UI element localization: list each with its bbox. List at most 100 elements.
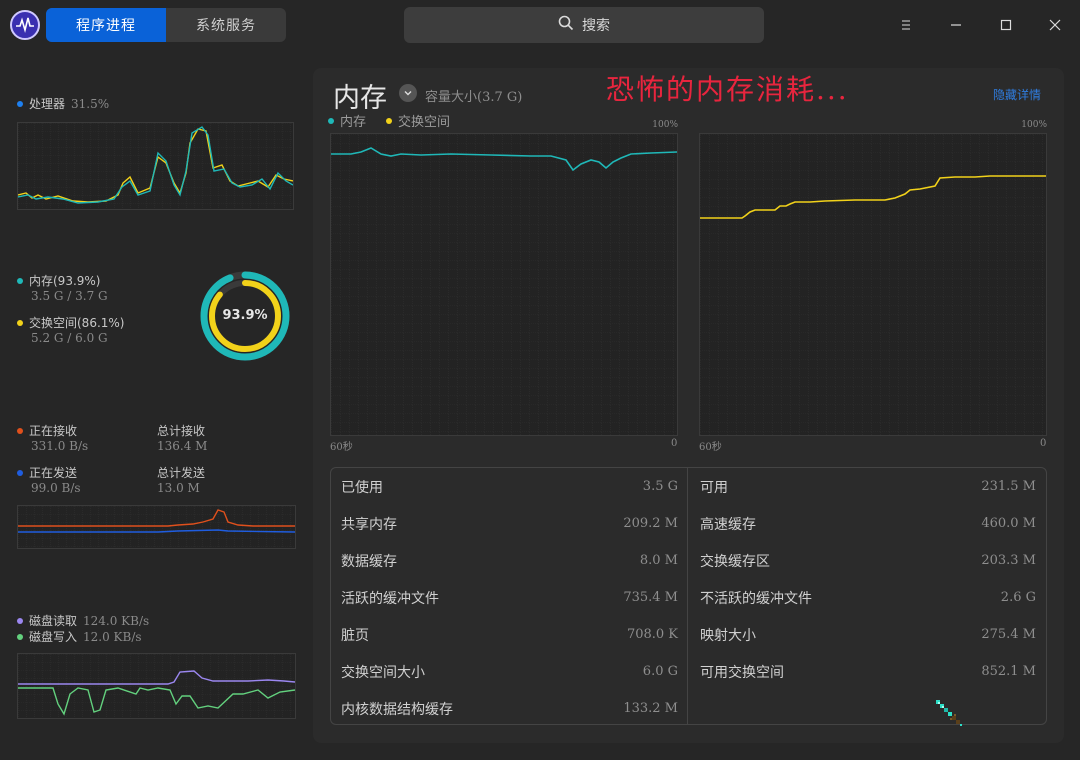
detail-value: 203.3 M [981,553,1036,568]
minimize-button[interactable] [942,11,970,39]
table-divider [687,468,688,724]
detail-label: 活跃的缓冲文件 [341,591,439,607]
legend-swap-label: 交换空间 [398,115,451,130]
detail-label: 不活跃的缓冲文件 [700,591,812,607]
detail-value: 275.4 M [981,627,1036,642]
detail-label: 数据缓存 [341,554,397,570]
cpu-chart[interactable] [17,122,294,210]
annotation-text: 恐怖的内存消耗... [606,73,849,106]
maximize-button[interactable] [992,11,1020,39]
sword-cursor-icon [934,698,966,730]
hide-details-link[interactable]: 隐藏详情 [993,86,1041,103]
detail-label: 可用 [700,480,728,496]
swap-label: 交换空间(86.1%) [29,316,125,330]
cpu-label: 处理器 [29,97,66,111]
memory-ring-value: 93.9% [222,308,268,323]
memory-detail: 3.5 G / 3.7 G [31,289,108,303]
close-icon [1049,19,1061,31]
disk-write-dot [17,633,23,640]
net-total-send-value: 13.0 M [157,481,200,495]
search-placeholder: 搜索 [582,18,610,34]
net-total-recv-value: 136.4 M [157,439,208,453]
memory-legend-dot [17,277,23,284]
tab-processes[interactable]: 程序进程 [46,8,166,42]
detail-label: 共享内存 [341,517,397,533]
detail-label: 内核数据结构缓存 [341,702,453,718]
close-button[interactable] [1041,11,1069,39]
net-recv-label: 正在接收 [29,424,78,438]
disk-read: 磁盘读取 124.0 KB/s [17,612,149,629]
detail-label: 映射大小 [700,628,756,644]
detail-label: 高速缓存 [700,517,756,533]
expand-button[interactable] [399,84,417,102]
legend-mem-dot [328,117,334,124]
search-input[interactable]: 搜索 [404,7,764,43]
memory-label: 内存(93.9%) [29,274,101,288]
view-tabs: 程序进程 系统服务 [46,8,286,42]
minimize-icon [951,24,961,26]
detail-label: 交换空间大小 [341,665,425,681]
mem-chart-top-label: 100% [652,120,678,130]
detail-value: 6.0 G [642,664,678,679]
net-send-label: 正在发送 [29,466,78,480]
detail-value: 231.5 M [981,479,1036,494]
detail-value: 735.4 M [623,590,678,605]
mem-chart-x-start: 60秒 [330,442,353,453]
detail-value: 209.2 M [623,516,678,531]
detail-value: 3.5 G [642,479,678,494]
capacity-label: 容量大小(3.7 G) [425,90,523,105]
memory-summary[interactable]: 内存(93.9%) [17,272,101,289]
tab-services[interactable]: 系统服务 [166,8,286,42]
detail-value: 708.0 K [626,627,678,642]
maximize-icon [1000,19,1012,31]
memory-ring[interactable]: 93.9% [199,270,291,362]
detail-label: 可用交换空间 [700,665,784,681]
chart-legend: 内存 交换空间 [328,111,450,130]
swap-legend-dot [17,319,23,326]
swap-chart-top-label: 100% [1021,120,1047,130]
network-chart[interactable] [17,505,296,549]
disk-read-dot [17,617,23,624]
detail-value: 8.0 M [639,553,678,568]
net-send: 正在发送 [17,464,77,481]
swap-detail: 5.2 G / 6.0 G [31,331,108,345]
detail-value: 852.1 M [981,664,1036,679]
detail-value: 2.6 G [1000,590,1036,605]
app-icon [10,10,40,40]
net-send-dot [17,469,23,476]
memory-history-chart[interactable] [330,133,678,436]
net-recv-value: 331.0 B/s [31,439,89,453]
cpu-summary[interactable]: 处理器 31.5% [17,95,109,112]
panel-title: 内存 [333,83,387,114]
legend-mem-label: 内存 [340,115,367,130]
swap-chart-x-end: 0 [1040,438,1047,449]
disk-chart[interactable] [17,653,296,719]
detail-value: 460.0 M [981,516,1036,531]
cpu-value: 31.5% [71,96,110,111]
net-total-send-label: 总计发送 [157,466,206,480]
detail-label: 已使用 [341,480,383,496]
swap-summary[interactable]: 交换空间(86.1%) [17,314,125,331]
disk-write: 磁盘写入 12.0 KB/s [17,628,142,645]
swap-history-chart[interactable] [699,133,1047,436]
disk-read-label: 磁盘读取 [29,614,78,628]
menu-button[interactable] [892,11,920,39]
mem-chart-x-end: 0 [671,438,678,449]
legend-swap-dot [386,117,393,124]
chevron-down-icon [404,91,412,96]
net-recv: 正在接收 [17,422,77,439]
title-bar: 程序进程 系统服务 搜索 [0,0,1080,50]
cpu-legend-dot [17,100,23,107]
net-total-recv-label: 总计接收 [157,424,206,438]
disk-write-label: 磁盘写入 [29,630,78,644]
search-icon [558,15,574,35]
detail-label: 交换缓存区 [700,554,770,570]
menu-icon [902,20,910,30]
net-send-value: 99.0 B/s [31,481,81,495]
detail-label: 脏页 [341,628,369,644]
disk-read-value: 124.0 KB/s [83,613,150,628]
disk-write-value: 12.0 KB/s [83,629,142,644]
net-recv-dot [17,427,23,434]
detail-value: 133.2 M [623,701,678,716]
swap-chart-x-start: 60秒 [699,442,722,453]
